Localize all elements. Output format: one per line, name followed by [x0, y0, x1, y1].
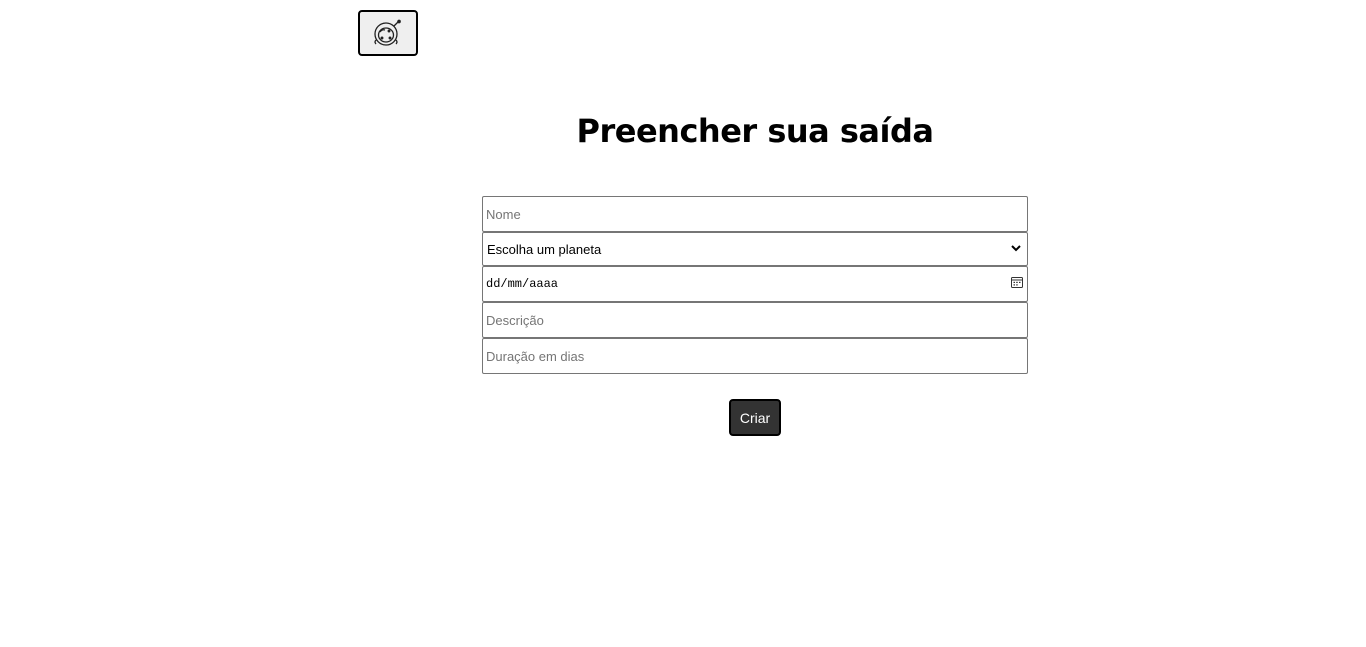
departure-form: Escolha um planeta dd/mm/aaaa — [482, 196, 1028, 374]
home-logo-button[interactable] — [358, 10, 418, 56]
chevron-down-icon — [1009, 241, 1023, 258]
astronaut-helmet-icon — [371, 18, 405, 48]
date-input[interactable]: dd/mm/aaaa — [482, 266, 1028, 302]
description-input[interactable] — [482, 302, 1028, 338]
date-input-value: dd/mm/aaaa — [486, 277, 559, 291]
create-button[interactable]: Criar — [729, 399, 781, 436]
name-input[interactable] — [482, 196, 1028, 232]
page-title: Preencher sua saída — [576, 112, 934, 150]
duration-input[interactable] — [482, 338, 1028, 374]
calendar-icon[interactable] — [1011, 276, 1024, 292]
planet-select-value: Escolha um planeta — [487, 241, 602, 257]
planet-select[interactable]: Escolha um planeta — [482, 232, 1028, 266]
